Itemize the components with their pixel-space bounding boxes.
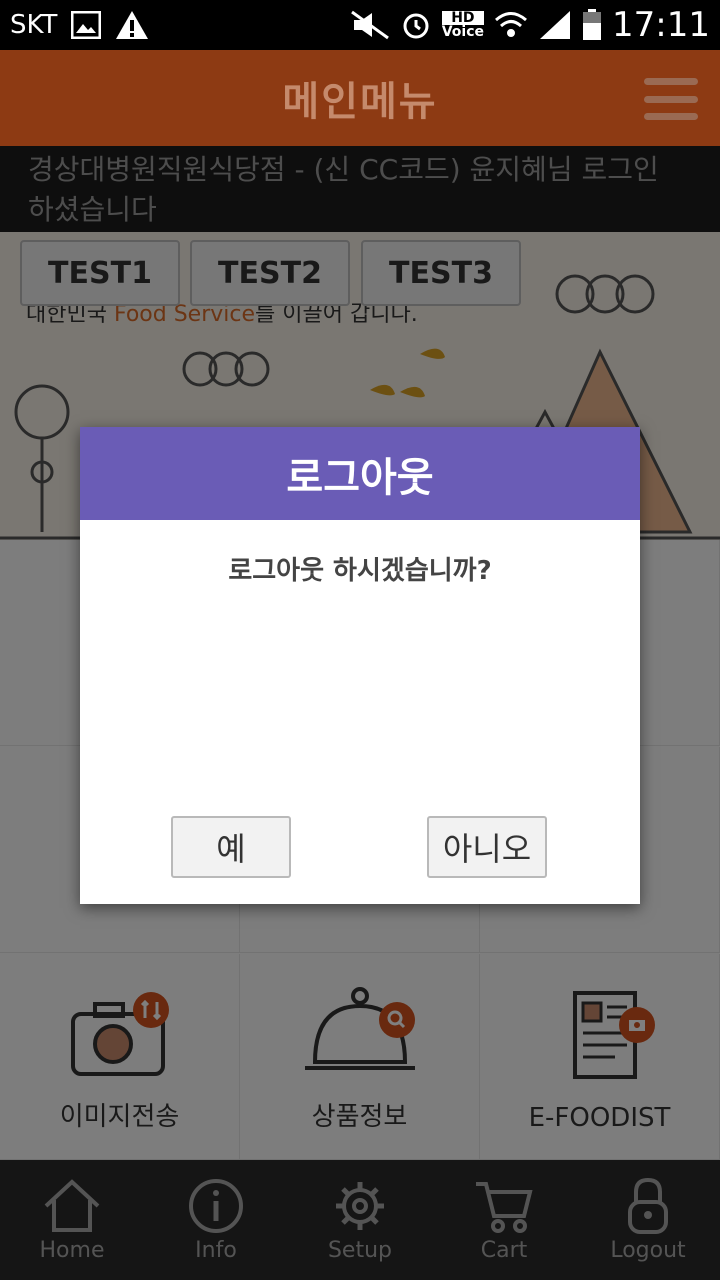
warning-icon: [115, 10, 149, 40]
dialog-message: 로그아웃 하시겠습니까?: [228, 556, 492, 586]
gallery-notification-icon: [71, 11, 102, 39]
app-header: 메인메뉴: [0, 50, 720, 146]
voice-label: Voice: [441, 24, 485, 40]
signal-icon: [538, 10, 572, 40]
hd-label: HD: [441, 11, 485, 25]
logout-dialog: 로그아웃 로그아웃 하시겠습니까? 예 아니오: [80, 427, 640, 904]
status-bar: SKT HD Voice 17:11: [0, 0, 720, 50]
wifi-icon: [494, 10, 528, 40]
mute-icon: [350, 10, 390, 40]
dialog-title: 로그아웃: [286, 454, 434, 501]
hamburger-menu-icon[interactable]: [644, 78, 698, 120]
hd-voice-icon: HD Voice: [441, 11, 485, 40]
no-button[interactable]: 아니오: [427, 816, 547, 878]
page-title: 메인메뉴: [282, 79, 438, 125]
dialog-header: 로그아웃: [80, 427, 640, 520]
battery-icon: [582, 9, 602, 41]
yes-button[interactable]: 예: [171, 816, 291, 878]
alarm-icon: [400, 9, 432, 41]
clock-label: 17:11: [612, 5, 710, 45]
carrier-label: SKT: [10, 10, 58, 40]
